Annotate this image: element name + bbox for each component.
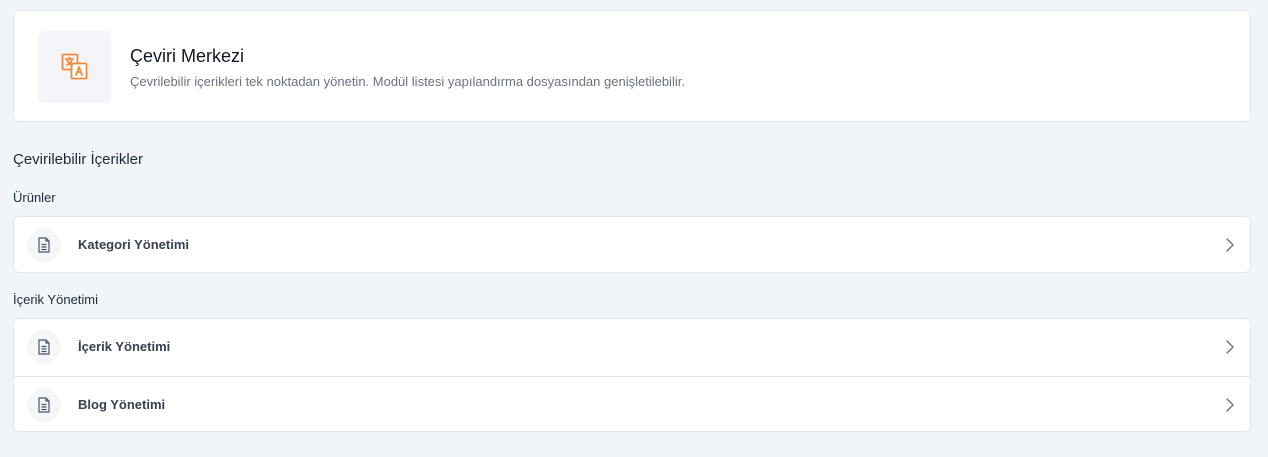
header-icon-box bbox=[38, 31, 111, 103]
list-item-blog-management[interactable]: Blog Yönetimi bbox=[14, 376, 1250, 431]
translate-icon bbox=[61, 53, 87, 80]
page-subtitle: Çevrilebilir içerikleri tek noktadan yön… bbox=[130, 74, 685, 89]
document-icon bbox=[27, 388, 61, 422]
list-item-label: İçerik Yönetimi bbox=[78, 339, 171, 354]
section-title: Çevirilebilir İçerikler bbox=[13, 151, 144, 168]
header-card: Çeviri Merkezi Çevrilebilir içerikleri t… bbox=[13, 10, 1251, 122]
document-icon bbox=[27, 330, 61, 364]
list-item-content-management[interactable]: İçerik Yönetimi bbox=[14, 319, 1250, 376]
list-item-category-management[interactable]: Kategori Yönetimi bbox=[14, 217, 1250, 272]
chevron-right-icon bbox=[1226, 238, 1234, 252]
document-icon bbox=[27, 228, 61, 262]
translation-center-page: Çeviri Merkezi Çevrilebilir içerikleri t… bbox=[0, 0, 1268, 457]
group-label-content-management: İçerik Yönetimi bbox=[13, 292, 99, 307]
page-title: Çeviri Merkezi bbox=[130, 46, 245, 66]
list-item-label: Kategori Yönetimi bbox=[78, 237, 190, 252]
group-label-products: Ürünler bbox=[13, 190, 56, 205]
chevron-right-icon bbox=[1226, 340, 1234, 354]
chevron-right-icon bbox=[1226, 398, 1234, 412]
group-list-content-management: İçerik Yönetimi Blog Yönetimi bbox=[13, 318, 1251, 432]
list-item-label: Blog Yönetimi bbox=[78, 397, 166, 412]
group-list-products: Kategori Yönetimi bbox=[13, 216, 1251, 273]
